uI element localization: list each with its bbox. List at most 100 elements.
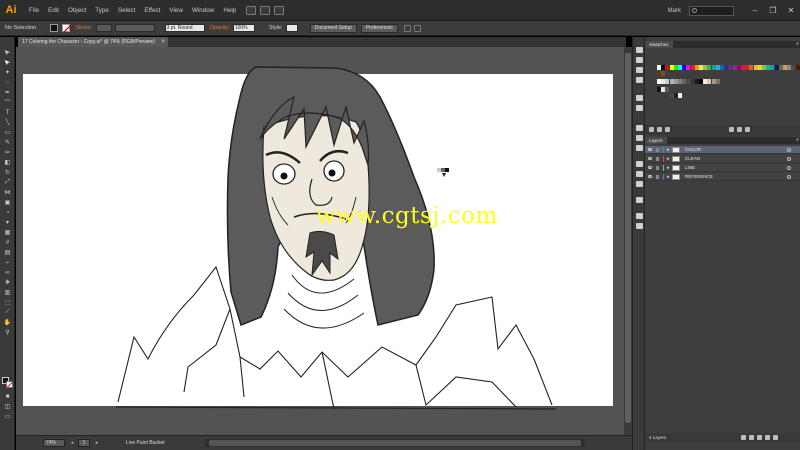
perspective-grid-tool-icon[interactable]: ▦ — [3, 229, 12, 236]
symbol-sprayer-tool-icon[interactable]: ❖ — [3, 279, 12, 286]
layer-row[interactable]: ▸ CLEAN — [645, 155, 800, 163]
lasso-tool-icon[interactable]: ◌ — [3, 79, 12, 86]
live-paint-bucket-tool-icon[interactable]: ▾ — [3, 219, 12, 226]
rectangle-tool-icon[interactable]: ▭ — [3, 129, 12, 136]
brushes-icon[interactable] — [636, 67, 643, 73]
stroke-swatch[interactable] — [6, 381, 13, 388]
artboard-number-field[interactable]: 1 — [78, 439, 90, 447]
lock-toggle-icon[interactable] — [656, 166, 659, 170]
selection-tool-icon[interactable] — [3, 49, 12, 56]
shape-builder-tool-icon[interactable]: ◔ — [3, 209, 12, 216]
menu-help[interactable]: Help — [223, 7, 236, 14]
type-tool-icon[interactable]: T — [3, 109, 12, 116]
color-swatch[interactable] — [795, 65, 800, 70]
horizontal-scrollbar-thumb[interactable] — [208, 440, 581, 446]
visibility-eye-icon[interactable] — [648, 166, 652, 169]
hand-tool-icon[interactable]: ✋ — [3, 319, 12, 326]
swatch-options-icon[interactable] — [665, 127, 670, 132]
brush-icon[interactable] — [274, 5, 285, 15]
expand-arrow-icon[interactable]: ▸ — [667, 155, 670, 163]
menu-edit[interactable]: Edit — [48, 7, 59, 14]
stroke-panel-icon[interactable] — [636, 125, 643, 131]
symbols-icon[interactable] — [636, 77, 643, 83]
layer-target-icon[interactable] — [787, 157, 791, 161]
layers-tab[interactable]: Layers — [645, 137, 667, 144]
create-layer-icon[interactable] — [765, 435, 770, 440]
direct-selection-tool-icon[interactable] — [3, 59, 12, 66]
pencil-tool-icon[interactable]: ✏ — [3, 149, 12, 156]
stroke-label[interactable]: Stroke: — [75, 25, 92, 31]
graphic-styles-icon[interactable] — [636, 95, 643, 101]
align-icon[interactable] — [403, 24, 411, 32]
document-tab[interactable]: 17 Coloring the Character - Copy.ai* @ 7… — [18, 37, 168, 47]
layer-target-icon[interactable] — [787, 175, 791, 179]
expand-arrow-icon[interactable]: ▸ — [667, 164, 670, 172]
lock-toggle-icon[interactable] — [656, 148, 659, 152]
stroke-weight-field[interactable] — [95, 24, 112, 32]
canvas-area[interactable]: www.cgtsj.com — [16, 47, 624, 435]
opacity-field[interactable]: 100% — [232, 24, 255, 32]
close-tab-icon[interactable]: × — [161, 37, 165, 47]
artboard-tool-icon[interactable]: ⬚ — [3, 299, 12, 306]
vertical-scrollbar[interactable] — [624, 47, 632, 435]
align-panel-icon[interactable] — [636, 161, 643, 167]
minimize-button[interactable]: – — [746, 0, 764, 21]
slice-tool-icon[interactable]: ⟋ — [3, 309, 12, 316]
stroke-color-box[interactable] — [62, 24, 72, 33]
swatches-tab[interactable]: Swatches — [645, 41, 673, 48]
width-tool-icon[interactable]: ⋈ — [3, 189, 12, 196]
maximize-button[interactable]: ❐ — [764, 0, 782, 21]
character-illustration[interactable] — [16, 47, 624, 435]
layer-row[interactable]: ▸ COLOR — [645, 146, 800, 154]
links-icon[interactable] — [636, 223, 643, 229]
pen-tool-icon[interactable]: ✒ — [3, 89, 12, 96]
menu-type[interactable]: Type — [95, 7, 109, 14]
scrollbar-thumb[interactable] — [625, 53, 631, 423]
color-panel-icon[interactable] — [636, 57, 643, 63]
color-guide-icon[interactable] — [636, 47, 643, 53]
menu-select[interactable]: Select — [118, 7, 136, 14]
color-swatch[interactable] — [661, 71, 666, 76]
color-mode-icon[interactable]: ■ — [3, 393, 12, 400]
preferences-button[interactable]: Preferences — [360, 23, 398, 33]
color-swatch[interactable] — [678, 93, 682, 98]
layers-menu-icon[interactable]: ≡ — [796, 137, 799, 144]
transform-icon[interactable] — [413, 24, 421, 32]
eraser-tool-icon[interactable]: ◧ — [3, 159, 12, 166]
scale-tool-icon[interactable]: ⤢ — [3, 179, 12, 186]
line-tool-icon[interactable]: ╲ — [3, 119, 12, 126]
user-name[interactable]: Mark — [668, 8, 681, 14]
rotate-tool-icon[interactable]: ↻ — [3, 169, 12, 176]
visibility-eye-icon[interactable] — [648, 175, 652, 178]
new-color-group-icon[interactable] — [729, 127, 734, 132]
lock-toggle-icon[interactable] — [656, 157, 659, 161]
layer-target-icon[interactable] — [787, 166, 791, 170]
color-swatch[interactable] — [715, 79, 720, 84]
blend-tool-icon[interactable]: ∞ — [3, 269, 12, 276]
brush-definition-field[interactable]: 3 pt. Round — [164, 24, 205, 32]
locate-object-icon[interactable] — [741, 435, 746, 440]
artboards-panel-icon[interactable] — [636, 197, 643, 203]
drawing-mode-icon[interactable]: ◫ — [3, 403, 12, 410]
screen-mode-icon[interactable]: ▭ — [3, 413, 12, 420]
arrange-documents-icon[interactable] — [260, 5, 271, 15]
visibility-eye-icon[interactable] — [648, 157, 652, 160]
paintbrush-tool-icon[interactable]: ✎ — [3, 139, 12, 146]
next-artboard-icon[interactable]: ▸ — [93, 439, 101, 447]
zoom-tool-icon[interactable]: ⚲ — [3, 329, 12, 336]
swatches-menu-icon[interactable]: ≡ — [796, 41, 799, 48]
layer-target-icon[interactable] — [787, 148, 791, 152]
color-swatch[interactable] — [665, 87, 670, 92]
expand-arrow-icon[interactable]: ▸ — [667, 146, 670, 154]
mesh-tool-icon[interactable]: # — [3, 239, 12, 246]
fill-color-box[interactable] — [50, 24, 59, 32]
delete-layer-icon[interactable] — [773, 435, 778, 440]
gradient-tool-icon[interactable]: ▤ — [3, 249, 12, 256]
graphic-style-field[interactable] — [285, 24, 298, 32]
delete-swatch-icon[interactable] — [745, 127, 750, 132]
search-input[interactable] — [689, 5, 734, 16]
curvature-tool-icon[interactable]: ⌒ — [3, 99, 12, 107]
transform-panel-icon[interactable] — [636, 171, 643, 177]
transparency-icon[interactable] — [636, 145, 643, 151]
bridge-icon[interactable] — [246, 5, 257, 15]
